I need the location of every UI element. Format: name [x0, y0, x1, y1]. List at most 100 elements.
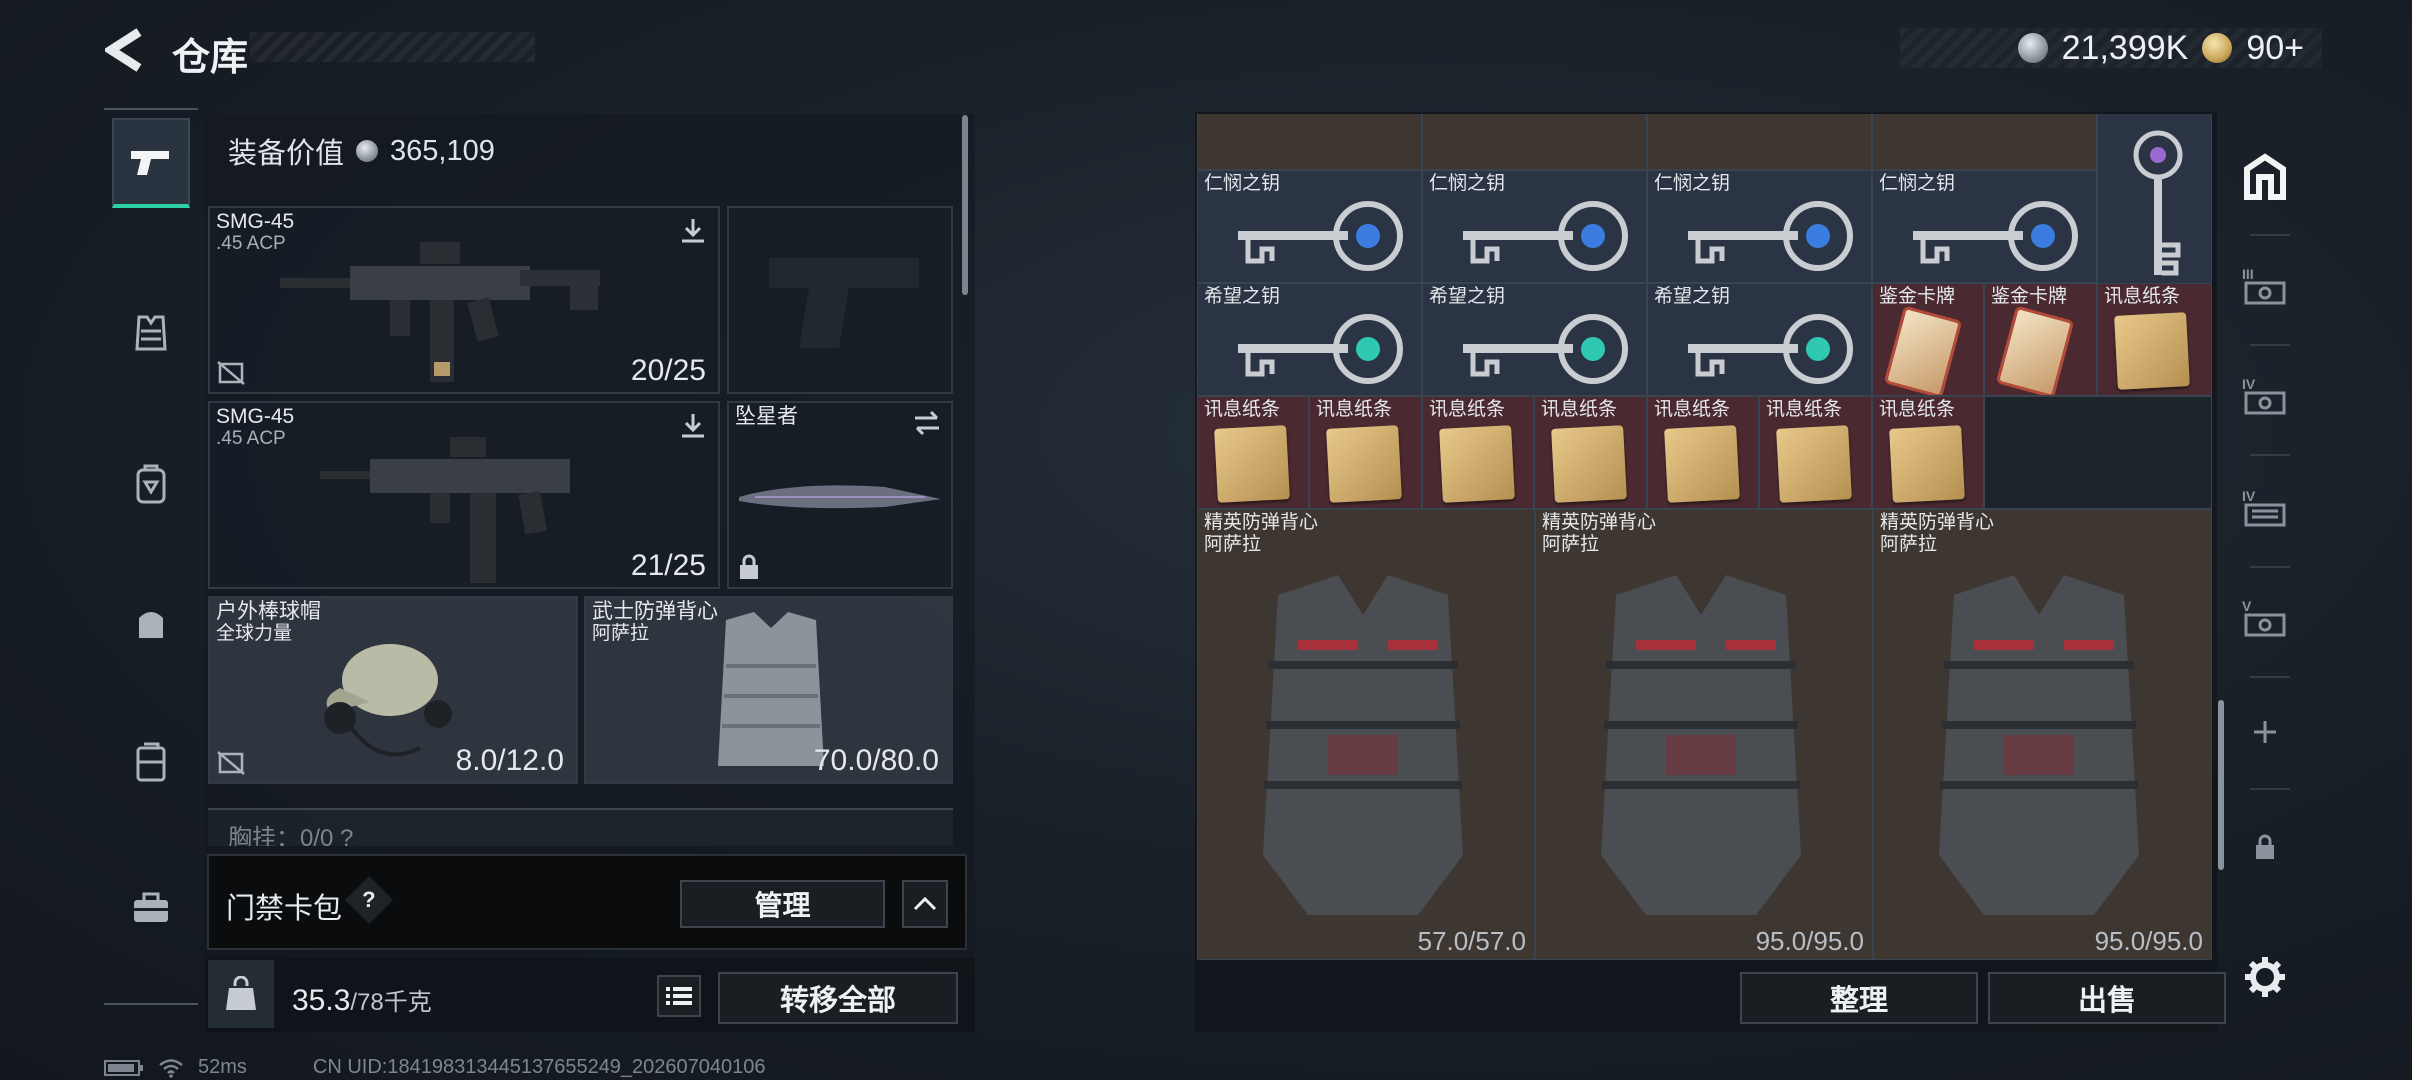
stash-tab-IV[interactable]: IV [2230, 352, 2300, 442]
vest-name: 精英防弹背心 [1880, 512, 1995, 533]
knife-image [739, 485, 941, 509]
download-icon[interactable] [678, 216, 708, 246]
stash-tab-III[interactable]: III [2230, 242, 2300, 332]
status-bar: 52ms CN UID:184198313445137655249_202607… [104, 1056, 766, 1079]
stash-item-note[interactable]: 讯息纸条 [1872, 396, 1984, 509]
vest-image [1263, 575, 1463, 915]
add-stash-tab[interactable] [2230, 687, 2300, 777]
stash-item-compassion-key[interactable]: 仁悯之钥 [1647, 170, 1872, 283]
stash-item-key[interactable] [1647, 114, 1872, 170]
stash-item-compassion-key[interactable]: 仁悯之钥 [1197, 170, 1422, 283]
armor-durability: 70.0/80.0 [813, 744, 939, 777]
stash-item-appraisal-card[interactable]: 鉴金卡牌 [1872, 283, 1984, 396]
paper-image [1214, 425, 1290, 503]
holster-slot[interactable] [727, 206, 953, 394]
stash-empty-cell[interactable] [1984, 396, 2212, 509]
back-button[interactable] [100, 22, 150, 78]
stash-item-compassion-key[interactable]: 仁悯之钥 [1422, 170, 1647, 283]
weapon-ammo-count: 20/25 [630, 354, 706, 387]
gear-icon [2245, 957, 2285, 997]
manage-button[interactable]: 管理 [680, 880, 885, 928]
item-label: 讯息纸条 [1429, 399, 1506, 420]
collapse-button[interactable] [902, 880, 948, 928]
stash-item-note[interactable]: 讯息纸条 [1759, 396, 1872, 509]
equipment-value-amount: 365,109 [390, 134, 495, 167]
equipment-value: 装备价值 365,109 [228, 130, 495, 172]
svg-text:IV: IV [2242, 488, 2256, 504]
stash-item-note[interactable]: 讯息纸条 [1647, 396, 1759, 509]
svg-text:III: III [2242, 266, 2254, 282]
paper-image [1664, 425, 1740, 503]
silver-amount: 21,399K [2061, 28, 2189, 67]
nav-pouch[interactable] [112, 578, 190, 668]
stash-item-compassion-key[interactable]: 仁悯之钥 [1872, 170, 2097, 283]
chevron-left-icon [105, 28, 142, 72]
briefcase-icon [134, 892, 168, 922]
stash-item-appraisal-card[interactable]: 鉴金卡牌 [1984, 283, 2097, 396]
melee-slot[interactable]: 坠星者 [727, 401, 953, 589]
stash-tabs: III IV IV V [2230, 112, 2300, 1032]
helmet-durability: 8.0/12.0 [455, 744, 564, 777]
title-decoration [250, 32, 535, 62]
weight-icon [226, 976, 256, 1010]
stash-item-elite-vest[interactable]: 精英防弹背心 阿萨拉 57.0/57.0 [1197, 509, 1535, 960]
container-V-icon: V [2242, 598, 2286, 637]
paper-image [1326, 425, 1402, 503]
helmet-brand: 全球力量 [216, 623, 293, 644]
stash-scrollbar[interactable] [2218, 700, 2224, 870]
nav-armor[interactable] [112, 288, 190, 378]
pistol-placeholder-icon [769, 258, 919, 348]
sort-button[interactable]: 整理 [1740, 972, 1978, 1024]
stash-item-hope-key[interactable]: 希望之钥 [1422, 283, 1647, 396]
helmet-slot[interactable]: 户外棒球帽 全球力量 8.0/12.0 [208, 596, 578, 784]
settings-button[interactable] [2230, 932, 2300, 1022]
tab-separator [2250, 566, 2290, 568]
stash-item-key[interactable] [1422, 114, 1647, 170]
weight-max: /78千克 [350, 989, 432, 1016]
nav-case[interactable] [112, 718, 190, 808]
stash-item-note[interactable]: 讯息纸条 [1197, 396, 1309, 509]
stash-item-note[interactable]: 讯息纸条 [1422, 396, 1534, 509]
lock-icon [2256, 834, 2274, 859]
locked-stash-tab[interactable] [2230, 802, 2300, 892]
stash-tab-V[interactable]: V [2230, 574, 2300, 664]
stash-item-hope-key[interactable]: 希望之钥 [1647, 283, 1872, 396]
loadout-scrollbar[interactable] [962, 115, 968, 295]
stash-item-elite-vest[interactable]: 精英防弹背心 阿萨拉 95.0/95.0 [1873, 509, 2212, 960]
vest-brand: 阿萨拉 [1204, 533, 1262, 555]
armor-slot[interactable]: 武士防弹背心 阿萨拉 70.0/80.0 [584, 596, 953, 784]
stash-item-elite-vest[interactable]: 精英防弹背心 阿萨拉 95.0/95.0 [1535, 509, 1873, 960]
stash-item-key[interactable] [1872, 114, 2097, 170]
primary-weapon-slot[interactable]: SMG-45 .45 ACP 20/25 [208, 206, 720, 394]
stash-item-hope-key[interactable]: 希望之钥 [1197, 283, 1422, 396]
chest-rig-slot[interactable]: 胸挂：0/0 ? [208, 808, 953, 846]
vest-image [1601, 575, 1801, 915]
stash-tab-IV-2[interactable]: IV [2230, 464, 2300, 554]
backpack-icon [136, 464, 166, 504]
download-icon[interactable] [678, 411, 708, 441]
armor-name: 武士防弹背心 [592, 600, 718, 623]
nav-backpack-a[interactable] [112, 438, 190, 528]
list-button[interactable] [657, 975, 701, 1017]
swap-icon[interactable] [911, 409, 943, 437]
stash-tab-home[interactable] [2230, 132, 2300, 222]
nav-weapons[interactable] [112, 118, 190, 208]
stash-item-note[interactable]: 讯息纸条 [1309, 396, 1422, 509]
vest-durability: 95.0/95.0 [2094, 926, 2203, 956]
vest-name: 精英防弹背心 [1204, 512, 1319, 533]
gold-amount[interactable]: 90+ [2246, 29, 2304, 68]
tab-separator [2250, 454, 2290, 456]
stash-item-note[interactable]: 讯息纸条 [1534, 396, 1647, 509]
vest-brand: 阿萨拉 [1542, 533, 1600, 555]
vest-brand: 阿萨拉 [1880, 533, 1938, 555]
secondary-weapon-slot[interactable]: SMG-45 .45 ACP 21/25 [208, 401, 720, 589]
item-label: 讯息纸条 [1541, 399, 1618, 420]
stash-item-key[interactable] [1197, 114, 1422, 170]
home-icon [2244, 153, 2286, 200]
transfer-all-button[interactable]: 转移全部 [718, 972, 958, 1024]
stash-item-note[interactable]: 讯息纸条 [2097, 283, 2212, 396]
sell-button[interactable]: 出售 [1988, 972, 2226, 1024]
container-IV-icon: IV [2242, 488, 2286, 527]
nav-toolbox[interactable] [112, 863, 190, 953]
armor-brand: 阿萨拉 [592, 623, 650, 644]
